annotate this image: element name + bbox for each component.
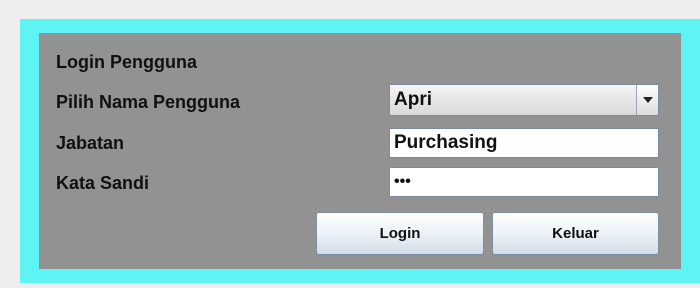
user-select[interactable]: Apri: [389, 84, 659, 116]
password-label: Kata Sandi: [56, 173, 150, 193]
user-select-value: Apri: [394, 89, 432, 110]
form-title: Login Pengguna: [56, 52, 197, 72]
user-label: Pilih Nama Pengguna: [56, 92, 241, 112]
password-field[interactable]: •••: [389, 167, 659, 197]
position-label: Jabatan: [56, 133, 125, 153]
position-field[interactable]: Purchasing: [389, 128, 659, 158]
chevron-down-icon: [643, 97, 653, 103]
exit-button[interactable]: Keluar: [492, 212, 659, 255]
login-button[interactable]: Login: [316, 212, 484, 255]
user-select-dropdown-button[interactable]: [636, 85, 658, 115]
